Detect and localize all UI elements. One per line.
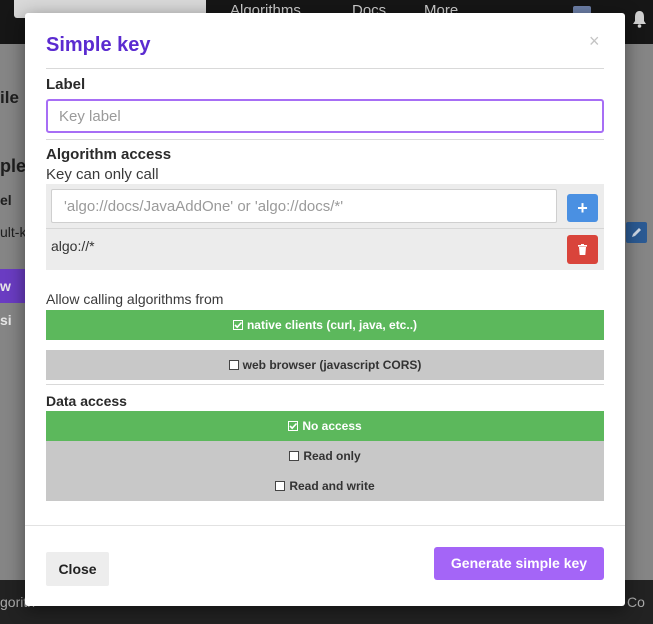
pencil-icon (626, 222, 647, 243)
square-icon (289, 451, 300, 461)
no-access-label: No access (302, 419, 362, 433)
native-clients-option[interactable]: native clients (curl, java, etc..) (46, 310, 604, 340)
simple-key-modal: Simple key × Label Algorithm access Key … (25, 13, 625, 606)
bell-icon (633, 11, 646, 28)
no-access-option[interactable]: No access (46, 411, 604, 441)
divider (46, 68, 604, 69)
read-only-label: Read only (303, 449, 361, 463)
background-new-key-button: w si (0, 269, 26, 328)
divider (46, 228, 604, 229)
key-label-input[interactable] (46, 99, 604, 133)
close-button[interactable]: Close (46, 552, 109, 586)
square-icon (228, 360, 239, 370)
generate-simple-key-button[interactable]: Generate simple key (434, 547, 604, 580)
check-square-icon (288, 421, 299, 431)
web-browser-label: web browser (javascript CORS) (242, 358, 422, 372)
web-browser-option[interactable]: web browser (javascript CORS) (46, 350, 604, 380)
divider (46, 139, 604, 140)
delete-algorithm-button[interactable] (567, 235, 598, 264)
background-footer-text: Co (627, 594, 645, 610)
modal-footer-divider (25, 525, 625, 526)
calling-from-heading: Allow calling algorithms from (46, 291, 224, 307)
check-square-icon (232, 320, 243, 330)
background-text: ple (0, 156, 27, 176)
background-text: ile (0, 88, 19, 107)
algorithm-access-subheading: Key can only call (46, 166, 159, 183)
plus-icon: + (577, 198, 588, 218)
square-icon (275, 481, 286, 491)
background-text: el (0, 192, 12, 208)
algorithm-list-item: algo://* (51, 238, 95, 254)
modal-title: Simple key (46, 34, 151, 56)
algorithm-access-heading: Algorithm access (46, 146, 172, 163)
label-heading: Label (46, 76, 86, 93)
read-and-write-label: Read and write (289, 479, 375, 493)
read-only-option[interactable]: Read only (46, 441, 604, 471)
add-algorithm-button[interactable]: + (567, 194, 598, 222)
native-clients-label: native clients (curl, java, etc..) (246, 318, 418, 332)
data-access-heading: Data access (46, 393, 127, 409)
divider (46, 384, 604, 385)
read-and-write-option[interactable]: Read and write (46, 471, 604, 501)
modal-header: Simple key × (25, 13, 625, 69)
trash-icon (578, 244, 587, 255)
close-icon[interactable]: × (589, 31, 600, 52)
algorithm-path-input[interactable] (51, 189, 557, 223)
background-text: ult-k (0, 224, 27, 240)
